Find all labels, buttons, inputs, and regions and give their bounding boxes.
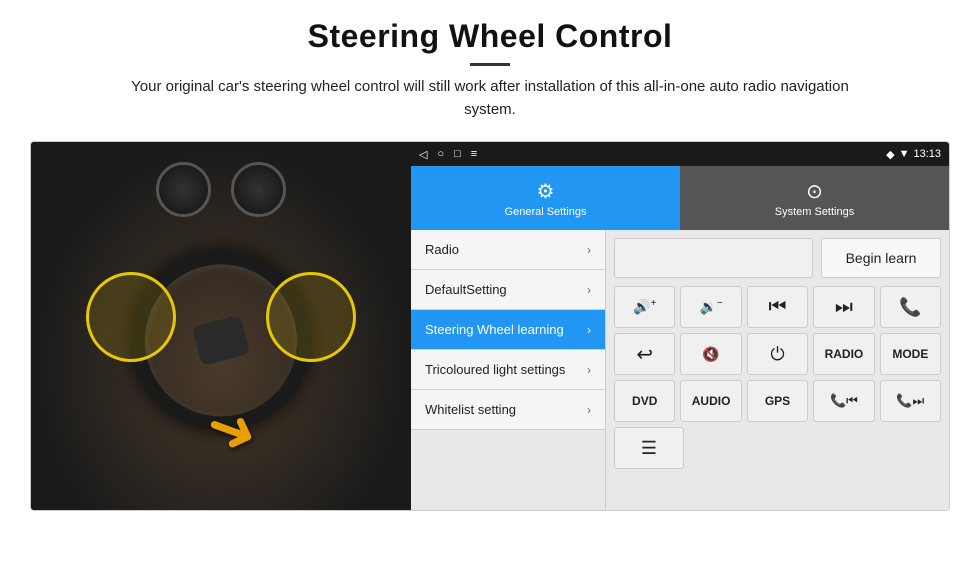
call-next-button[interactable]: 📞⏭ (880, 380, 941, 422)
back-nav-icon[interactable]: ◁ (419, 148, 427, 161)
back-button[interactable]: ↩ (614, 333, 675, 375)
menu-chevron-default: › (587, 283, 591, 297)
begin-learn-row: Begin learn (614, 238, 941, 278)
call-prev-button[interactable]: 📞⏮ (813, 380, 874, 422)
control-row-4: ☰ (614, 427, 941, 469)
menu-item-default-setting[interactable]: DefaultSetting › (411, 270, 605, 310)
call-icon: 📞 (899, 297, 921, 318)
menu-chevron-steering: › (587, 323, 591, 337)
vol-up-icon: 🔊+ (633, 298, 656, 316)
vol-down-icon: 🔉− (699, 298, 722, 316)
dash-instruments (156, 162, 286, 217)
menu-item-tricoloured-label: Tricoloured light settings (425, 362, 587, 377)
highlight-left-buttons (86, 272, 176, 362)
home-nav-icon[interactable]: ○ (437, 148, 444, 160)
menu-item-radio[interactable]: Radio › (411, 230, 605, 270)
prev-track-button[interactable]: ⏮ (747, 286, 808, 328)
prev-track-icon: ⏮ (769, 296, 787, 319)
audio-button[interactable]: AUDIO (680, 380, 741, 422)
status-bar: ◁ ○ □ ≡ ◆ ▼ 13:13 (411, 142, 949, 166)
speedometer (156, 162, 211, 217)
menu-nav-icon[interactable]: ≡ (471, 148, 477, 160)
highlight-right-buttons (266, 272, 356, 362)
page-subtitle: Your original car's steering wheel contr… (110, 76, 870, 121)
android-panel: ◁ ○ □ ≡ ◆ ▼ 13:13 ⚙ General Settings ⊙ S… (411, 142, 949, 510)
menu-item-tricoloured[interactable]: Tricoloured light settings › (411, 350, 605, 390)
location-icon: ◆ (886, 148, 894, 161)
begin-learn-button[interactable]: Begin learn (821, 238, 941, 278)
call-next-icon: 📞⏭ (896, 393, 924, 409)
menu-list-button[interactable]: ☰ (614, 427, 684, 469)
gps-button[interactable]: GPS (747, 380, 808, 422)
menu-item-whitelist-label: Whitelist setting (425, 402, 587, 417)
tachometer (231, 162, 286, 217)
left-menu: Radio › DefaultSetting › Steering Wheel … (411, 230, 606, 510)
page-title: Steering Wheel Control (40, 18, 940, 55)
mute-icon: 🔇 (702, 346, 719, 363)
dvd-label: DVD (632, 394, 657, 408)
control-row-2: ↩ 🔇 ⏻ RADIO MODE (614, 333, 941, 375)
settings-header: ⚙ General Settings ⊙ System Settings (411, 166, 949, 230)
mode-button[interactable]: MODE (880, 333, 941, 375)
content-area: ➜ ◁ ○ □ ≡ ◆ ▼ 13:13 ⚙ General Settings (30, 141, 950, 511)
radio-button[interactable]: RADIO (813, 333, 874, 375)
status-bar-nav: ◁ ○ □ ≡ (419, 148, 477, 161)
car-background: ➜ (31, 142, 411, 510)
menu-item-radio-label: Radio (425, 242, 587, 257)
tab-system-label: System Settings (775, 206, 854, 218)
control-row-3: DVD AUDIO GPS 📞⏮ 📞⏭ (614, 380, 941, 422)
call-prev-icon: 📞⏮ (830, 393, 858, 409)
next-track-button[interactable]: ⏭ (813, 286, 874, 328)
status-bar-info: ◆ ▼ 13:13 (886, 148, 941, 161)
radio-label: RADIO (825, 347, 864, 361)
mute-button[interactable]: 🔇 (680, 333, 741, 375)
signal-icon: ▼ (899, 148, 910, 160)
power-button[interactable]: ⏻ (747, 333, 808, 375)
control-row-1: 🔊+ 🔉− ⏮ ⏭ 📞 (614, 286, 941, 328)
menu-item-whitelist[interactable]: Whitelist setting › (411, 390, 605, 430)
right-panel: Begin learn 🔊+ 🔉− ⏮ ⏭ (606, 230, 949, 510)
menu-chevron-radio: › (587, 243, 591, 257)
general-settings-icon: ⚙ (537, 179, 555, 204)
vol-down-button[interactable]: 🔉− (680, 286, 741, 328)
tab-system-settings[interactable]: ⊙ System Settings (680, 166, 949, 230)
mode-label: MODE (892, 347, 928, 361)
menu-chevron-tricoloured: › (587, 363, 591, 377)
main-content: Radio › DefaultSetting › Steering Wheel … (411, 230, 949, 510)
learn-spacer (614, 238, 813, 278)
audio-label: AUDIO (692, 394, 731, 408)
clock: 13:13 (913, 148, 941, 160)
dvd-button[interactable]: DVD (614, 380, 675, 422)
menu-item-steering-label: Steering Wheel learning (425, 322, 587, 337)
call-button[interactable]: 📞 (880, 286, 941, 328)
tab-general-settings[interactable]: ⚙ General Settings (411, 166, 680, 230)
menu-chevron-whitelist: › (587, 403, 591, 417)
vol-up-button[interactable]: 🔊+ (614, 286, 675, 328)
tab-general-label: General Settings (505, 206, 587, 218)
system-settings-icon: ⊙ (806, 179, 823, 204)
power-icon: ⏻ (770, 344, 784, 365)
back-icon: ↩ (636, 342, 653, 367)
menu-list-icon: ☰ (641, 438, 657, 459)
page-header: Steering Wheel Control Your original car… (0, 0, 980, 131)
car-image-panel: ➜ (31, 142, 411, 510)
menu-item-steering-wheel[interactable]: Steering Wheel learning › (411, 310, 605, 350)
next-track-icon: ⏭ (835, 296, 853, 319)
gps-label: GPS (765, 394, 790, 408)
menu-item-default-label: DefaultSetting (425, 282, 587, 297)
recents-nav-icon[interactable]: □ (454, 148, 461, 160)
title-divider (470, 63, 510, 66)
